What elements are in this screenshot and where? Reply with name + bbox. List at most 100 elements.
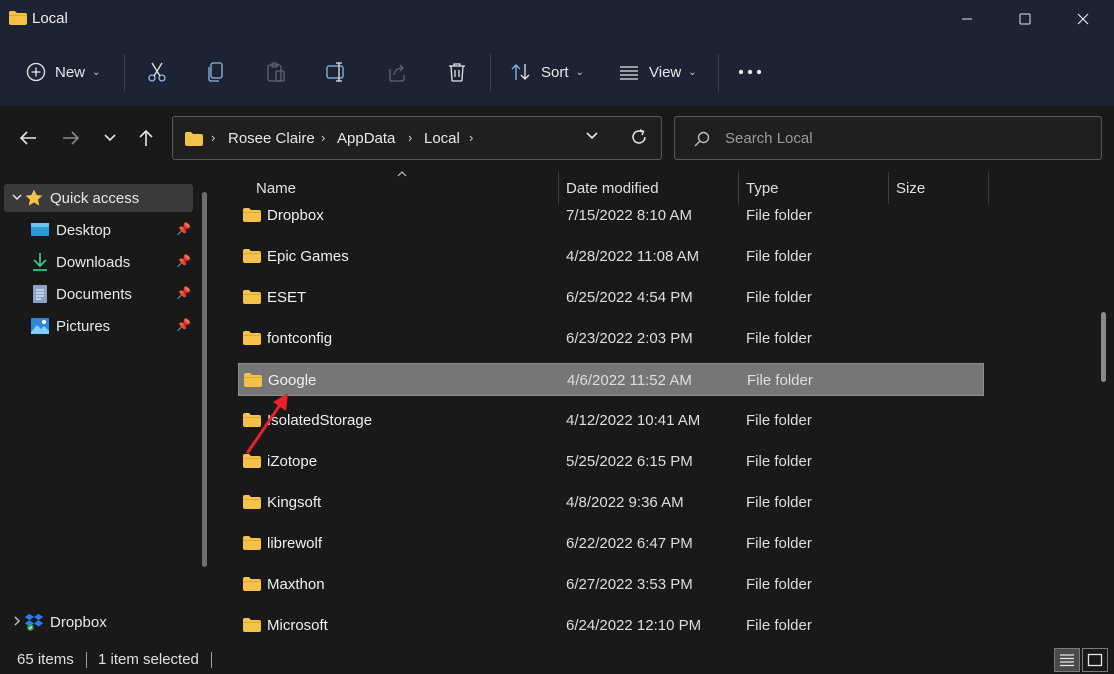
file-name: fontconfig xyxy=(267,330,333,347)
status-divider xyxy=(211,652,212,668)
sidebar-item-downloads[interactable]: Downloads xyxy=(30,248,130,276)
folder-icon xyxy=(243,208,261,222)
chevron-right-icon: › xyxy=(469,130,474,145)
refresh-button[interactable] xyxy=(629,127,649,151)
table-row[interactable]: fontconfig 6/23/2022 2:03 PM File folder xyxy=(238,322,984,355)
desktop-icon xyxy=(30,220,50,240)
breadcrumb-appdata[interactable]: AppData xyxy=(337,130,395,147)
minimize-button[interactable] xyxy=(938,0,996,38)
details-view-button[interactable] xyxy=(1054,648,1080,672)
pin-icon[interactable]: 📌 xyxy=(176,222,191,236)
sort-button[interactable]: Sort ⌄ xyxy=(510,56,584,88)
table-row[interactable]: Dropbox 7/15/2022 8:10 AM File folder xyxy=(238,199,984,232)
column-header-size[interactable]: Size xyxy=(896,180,925,197)
more-options-button[interactable] xyxy=(738,56,762,88)
table-row[interactable]: Epic Games 4/28/2022 11:08 AM File folder xyxy=(238,240,984,273)
table-row[interactable]: Maxthon 6/27/2022 3:53 PM File folder xyxy=(238,568,984,601)
search-input[interactable] xyxy=(725,125,1085,151)
minimize-icon xyxy=(962,18,972,20)
close-button[interactable] xyxy=(1054,0,1112,38)
copy-icon xyxy=(208,62,223,82)
table-row[interactable]: Google 4/6/2022 11:52 AM File folder xyxy=(238,363,984,396)
arrow-right-icon xyxy=(63,131,80,145)
file-list: Name Date modified Type Size Dropbox 7/15… xyxy=(216,170,1114,644)
sidebar-item-label: Downloads xyxy=(56,253,131,271)
chevron-right-icon[interactable] xyxy=(10,615,24,630)
new-label: New xyxy=(55,63,86,81)
recent-locations-button[interactable] xyxy=(95,124,125,152)
title-bar: Local xyxy=(0,0,1114,38)
cut-button[interactable] xyxy=(146,56,168,88)
view-label: View xyxy=(649,63,682,81)
search-box[interactable] xyxy=(674,116,1102,160)
paste-button[interactable] xyxy=(265,56,287,88)
folder-icon xyxy=(243,331,261,345)
rename-button[interactable] xyxy=(325,56,347,88)
sidebar-item-documents[interactable]: Documents xyxy=(30,280,132,308)
chevron-right-icon: › xyxy=(321,130,326,145)
sidebar-item-dropbox[interactable]: Dropbox xyxy=(4,608,107,636)
file-date-modified: 6/22/2022 6:47 PM xyxy=(566,535,693,552)
chevron-right-icon: › xyxy=(408,130,413,145)
new-button[interactable]: New ⌄ xyxy=(26,56,100,88)
dropbox-icon xyxy=(24,612,44,632)
table-row[interactable]: librewolf 6/22/2022 6:47 PM File folder xyxy=(238,527,984,560)
back-button[interactable] xyxy=(13,124,43,152)
tiles-view-icon xyxy=(1087,653,1103,667)
item-count: 65 items xyxy=(17,651,74,668)
column-header-type[interactable]: Type xyxy=(746,180,779,197)
toolbar-divider xyxy=(490,54,491,92)
view-button[interactable]: View ⌄ xyxy=(618,56,697,88)
plus-circle-icon xyxy=(26,62,46,82)
folder-icon xyxy=(243,249,261,263)
sidebar-item-label: Documents xyxy=(56,285,132,303)
address-dropdown-button[interactable] xyxy=(585,129,599,144)
share-button[interactable] xyxy=(386,56,408,88)
breadcrumb-local[interactable]: Local xyxy=(424,130,460,147)
maximize-button[interactable] xyxy=(996,0,1054,38)
table-row[interactable]: iZotope 5/25/2022 6:15 PM File folder xyxy=(238,445,984,478)
sidebar-scrollbar[interactable] xyxy=(202,192,207,567)
table-row[interactable]: Kingsoft 4/8/2022 9:36 AM File folder xyxy=(238,486,984,519)
file-name: Google xyxy=(268,372,317,389)
copy-button[interactable] xyxy=(205,56,227,88)
table-row[interactable]: ESET 6/25/2022 4:54 PM File folder xyxy=(238,281,984,314)
folder-icon xyxy=(244,373,262,387)
chevron-down-icon: ⌄ xyxy=(92,66,101,78)
address-bar[interactable]: › Rosee Claire › AppData › Local › xyxy=(172,116,662,160)
pin-icon[interactable]: 📌 xyxy=(176,318,191,332)
pin-icon[interactable]: 📌 xyxy=(176,254,191,268)
up-button[interactable] xyxy=(131,124,161,152)
file-name: librewolf xyxy=(267,535,323,552)
chevron-down-icon[interactable] xyxy=(10,192,24,204)
sidebar-item-pictures[interactable]: Pictures xyxy=(30,312,110,340)
file-type: File folder xyxy=(746,330,812,347)
download-icon xyxy=(30,252,50,272)
forward-button[interactable] xyxy=(56,124,86,152)
breadcrumb-rosee-claire[interactable]: Rosee Claire xyxy=(228,130,315,147)
sidebar-item-quick-access[interactable]: Quick access xyxy=(4,184,139,212)
sidebar-item-desktop[interactable]: Desktop xyxy=(30,216,111,244)
column-header-name[interactable]: Name xyxy=(256,180,296,197)
file-name: ESET xyxy=(267,289,307,306)
delete-button[interactable] xyxy=(446,56,468,88)
file-name: Maxthon xyxy=(267,576,325,593)
title-and-command-area: Local New ⌄ Sort ⌄ View ⌄ xyxy=(0,0,1114,106)
selection-count: 1 item selected xyxy=(98,651,199,668)
file-date-modified: 4/28/2022 11:08 AM xyxy=(566,248,700,265)
file-name: Microsoft xyxy=(267,617,328,634)
folder-icon xyxy=(185,132,203,146)
column-header-date-modified[interactable]: Date modified xyxy=(566,180,659,197)
column-divider[interactable] xyxy=(988,172,989,204)
table-row[interactable]: IsolatedStorage 4/12/2022 10:41 AM File fo… xyxy=(238,404,984,437)
sidebar-item-label: Desktop xyxy=(56,221,112,239)
paste-icon xyxy=(267,62,285,82)
command-bar: New ⌄ Sort ⌄ View ⌄ xyxy=(0,42,1114,102)
table-row[interactable]: Microsoft 6/24/2022 12:10 PM File folder xyxy=(238,609,984,642)
file-date-modified: 4/6/2022 11:52 AM xyxy=(567,372,692,389)
chevron-down-icon xyxy=(586,132,598,140)
rename-icon xyxy=(326,62,344,82)
pin-icon[interactable]: 📌 xyxy=(176,286,191,300)
tiles-view-button[interactable] xyxy=(1082,648,1108,672)
file-list-scrollbar[interactable] xyxy=(1101,312,1106,382)
